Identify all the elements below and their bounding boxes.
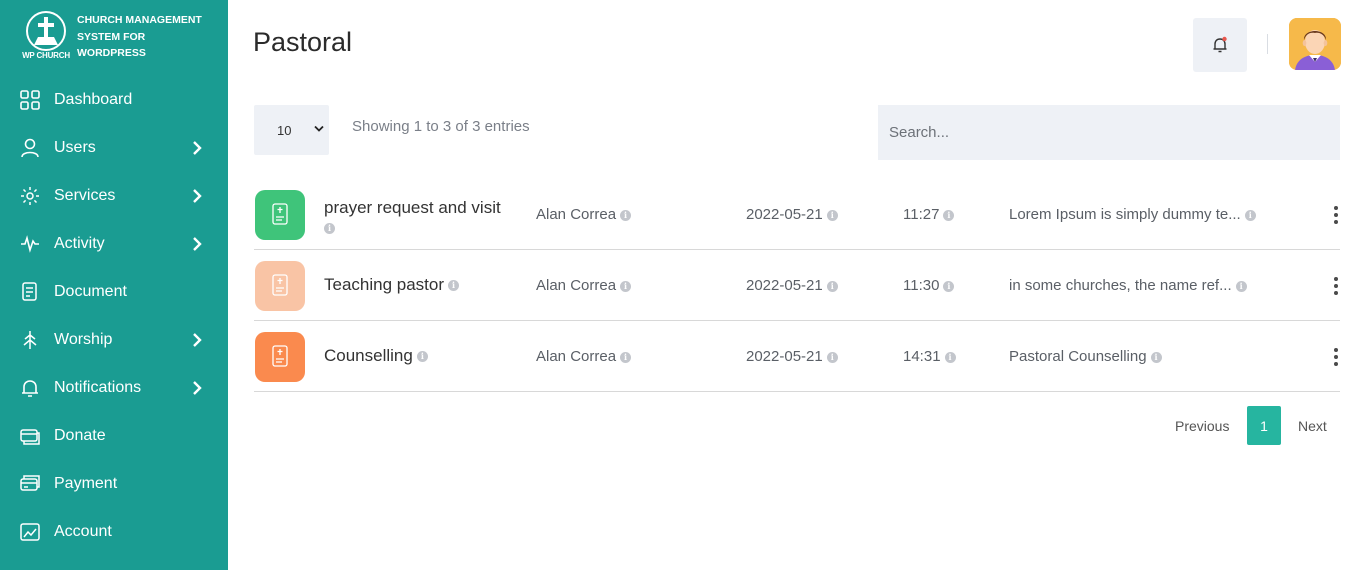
pagination-page-button[interactable]: 1 <box>1247 406 1281 445</box>
chevron-right-icon <box>193 381 202 395</box>
row-actions-menu-icon[interactable] <box>1332 277 1340 301</box>
info-icon[interactable]: i <box>1150 351 1162 363</box>
info-icon[interactable]: i <box>620 351 632 363</box>
document-icon <box>19 281 41 303</box>
info-icon[interactable]: i <box>448 280 460 292</box>
chevron-right-icon <box>193 141 202 155</box>
pagination-next-button[interactable]: Next <box>1298 406 1327 445</box>
sidebar-item-label: Document <box>54 283 127 300</box>
info-icon[interactable]: i <box>826 280 838 292</box>
brand-logo[interactable]: WP CHURCH CHURCH MANAGEMENT SYSTEM FOR W… <box>18 11 218 63</box>
entries-per-page-select[interactable]: 10 <box>254 105 329 155</box>
row-person: Alan Correa i <box>536 348 632 365</box>
info-icon[interactable]: i <box>1244 209 1256 221</box>
entries-info: Showing 1 to 3 of 3 entries <box>352 118 530 135</box>
row-time: 11:30 i <box>903 277 955 294</box>
sidebar-item-label: Dashboard <box>54 91 133 108</box>
bell-icon <box>1213 36 1227 53</box>
sidebar-item-donate[interactable]: Donate <box>0 412 228 460</box>
row-person: Alan Correa i <box>536 277 632 294</box>
row-time: 11:27 i <box>903 206 955 223</box>
sidebar-item-label: Notifications <box>54 379 142 396</box>
user-icon <box>19 137 41 159</box>
avatar[interactable] <box>1289 18 1341 70</box>
pagination-previous-button[interactable]: Previous <box>1175 406 1229 445</box>
sidebar-item-notifications[interactable]: Notifications <box>0 364 228 412</box>
chevron-down-icon <box>314 125 324 132</box>
sidebar-item-label: Donate <box>54 427 106 444</box>
brand-tagline: CHURCH MANAGEMENT SYSTEM FOR WORDPRESS <box>77 14 202 59</box>
page-title: Pastoral <box>253 27 353 57</box>
entries-per-page-value: 10 <box>277 122 292 138</box>
account-icon <box>19 521 41 543</box>
sidebar-item-payment[interactable]: Payment <box>0 460 228 508</box>
row-title: Teaching pastor i <box>324 275 460 295</box>
worship-icon <box>19 329 41 351</box>
row-time: 14:31 i <box>903 348 956 365</box>
church-logo-icon: WP CHURCH <box>18 11 74 63</box>
sidebar-item-label: Activity <box>54 235 105 252</box>
info-icon[interactable]: i <box>324 223 335 235</box>
info-icon[interactable]: i <box>943 280 955 292</box>
logo-wordmark: WP CHURCH <box>22 51 70 60</box>
header-divider <box>1267 34 1268 54</box>
row-actions-menu-icon[interactable] <box>1332 206 1340 230</box>
sidebar-item-document[interactable]: Document <box>0 268 228 316</box>
chevron-right-icon <box>193 333 202 347</box>
row-description: Lorem Ipsum is simply dummy te... i <box>1009 206 1256 223</box>
row-title: prayer request and visit i <box>324 198 501 235</box>
info-icon[interactable]: i <box>416 351 428 363</box>
sidebar-item-services[interactable]: Services <box>0 172 228 220</box>
pastoral-item-icon <box>255 332 305 382</box>
sidebar-item-dashboard[interactable]: Dashboard <box>0 76 228 124</box>
pastoral-item-icon <box>255 261 305 311</box>
sidebar: WP CHURCH CHURCH MANAGEMENT SYSTEM FOR W… <box>0 0 228 570</box>
table-row[interactable]: prayer request and visit i Alan Correa i … <box>254 179 1340 250</box>
info-icon[interactable]: i <box>1235 280 1247 292</box>
sidebar-item-worship[interactable]: Worship <box>0 316 228 364</box>
sidebar-nav: Dashboard Users Services Activity Docume… <box>0 76 228 556</box>
sidebar-item-label: Services <box>54 187 116 204</box>
row-actions-menu-icon[interactable] <box>1332 348 1340 372</box>
row-person: Alan Correa i <box>536 206 632 223</box>
dashboard-icon <box>19 89 41 111</box>
sidebar-item-account[interactable]: Account <box>0 508 228 556</box>
donate-icon <box>19 425 41 447</box>
row-date: 2022-05-21 i <box>746 348 838 365</box>
row-description: Pastoral Counselling i <box>1009 348 1162 365</box>
payment-icon <box>19 473 41 495</box>
bell-icon <box>19 377 41 399</box>
sidebar-item-label: Worship <box>54 331 113 348</box>
activity-icon <box>19 233 41 255</box>
chevron-right-icon <box>193 237 202 251</box>
info-icon[interactable]: i <box>620 209 632 221</box>
sidebar-item-activity[interactable]: Activity <box>0 220 228 268</box>
info-icon[interactable]: i <box>943 209 955 221</box>
pastoral-item-icon <box>255 190 305 240</box>
chevron-right-icon <box>193 189 202 203</box>
notifications-button[interactable] <box>1193 18 1247 72</box>
info-icon[interactable]: i <box>620 280 632 292</box>
pastoral-table: prayer request and visit i Alan Correa i … <box>254 179 1340 392</box>
sidebar-item-label: Account <box>54 523 112 540</box>
sidebar-item-label: Users <box>54 139 96 156</box>
search-input[interactable] <box>878 105 1340 160</box>
row-date: 2022-05-21 i <box>746 206 838 223</box>
sidebar-item-users[interactable]: Users <box>0 124 228 172</box>
table-row[interactable]: Counselling i Alan Correa i 2022-05-21 i 14… <box>254 321 1340 392</box>
row-description: in some churches, the name ref... i <box>1009 277 1247 294</box>
info-icon[interactable]: i <box>826 209 838 221</box>
info-icon[interactable]: i <box>944 351 956 363</box>
services-icon <box>19 185 41 207</box>
info-icon[interactable]: i <box>826 351 838 363</box>
sidebar-item-label: Payment <box>54 475 118 492</box>
row-date: 2022-05-21 i <box>746 277 838 294</box>
user-avatar-icon <box>1289 18 1341 70</box>
row-title: Counselling i <box>324 346 428 366</box>
table-row[interactable]: Teaching pastor i Alan Correa i 2022-05-21… <box>254 250 1340 321</box>
